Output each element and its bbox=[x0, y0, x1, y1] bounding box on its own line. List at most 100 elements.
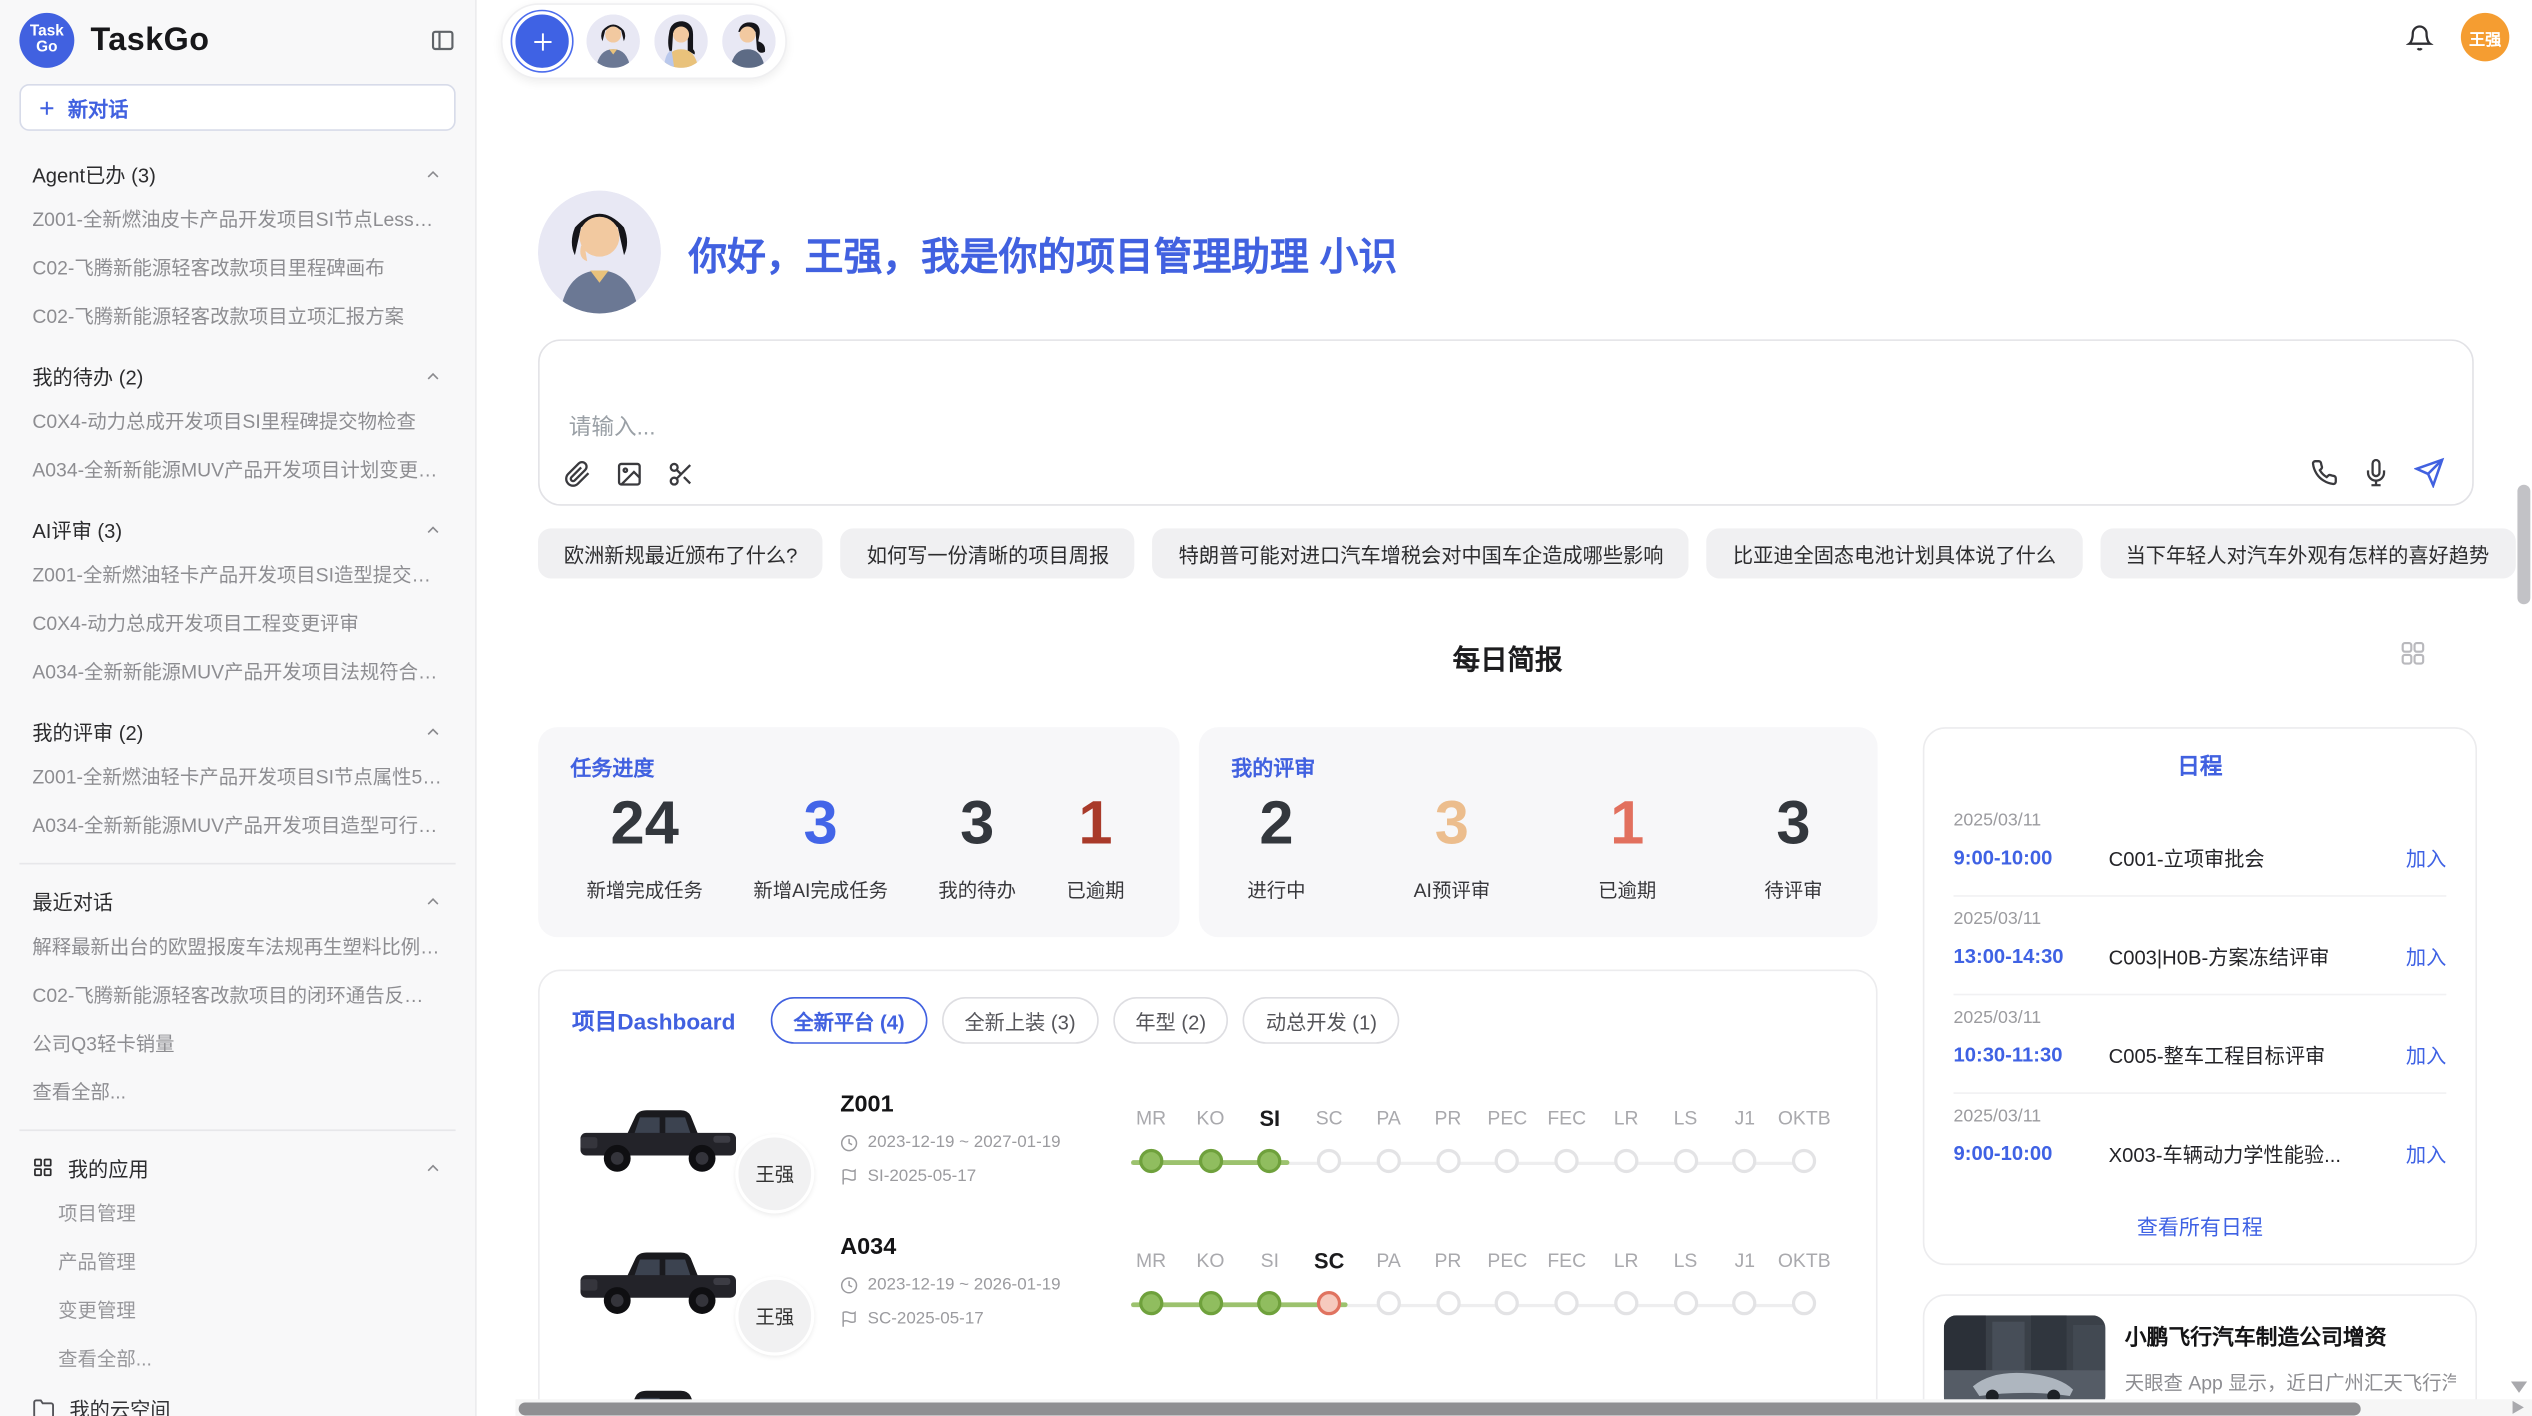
left-column: 任务进度 24 新增完成任务 3 新增AI完成任务 3 我的待办 bbox=[538, 727, 1877, 1416]
add-agent-button[interactable] bbox=[512, 11, 572, 71]
milestone-dot bbox=[1614, 1290, 1638, 1314]
schedule-join-link[interactable]: 加入 bbox=[2406, 1138, 2446, 1169]
section-header-my-todo[interactable]: 我的待办 (2) bbox=[19, 339, 455, 396]
schedule-item: 2025/03/11 10:30-11:30 C005-整车工程目标评审 加入 bbox=[1954, 995, 2447, 1094]
folder-icon bbox=[32, 1397, 55, 1416]
milestone-label: PR bbox=[1434, 1106, 1461, 1143]
apps-grid-icon bbox=[32, 1157, 53, 1178]
section-header-my-apps[interactable]: 我的应用 bbox=[19, 1131, 455, 1188]
schedule-name: C005-整车工程目标评审 bbox=[2109, 1039, 2406, 1070]
suggestion-chip[interactable]: 欧洲新规最近颁布了什么? bbox=[538, 528, 823, 578]
news-card[interactable]: 小鹏飞行汽车制造公司增资 天眼查 App 显示，近日广州汇天飞行汽... bbox=[1923, 1294, 2477, 1416]
stat-value: 3 bbox=[1435, 792, 1469, 860]
suggestion-chip[interactable]: 如何写一份清晰的项目周报 bbox=[841, 528, 1135, 578]
sidebar-task-item[interactable]: A034-全新新能源MUV产品开发项目计划变更表编写 bbox=[19, 444, 455, 492]
sidebar-item-cloud-space[interactable]: 我的云空间 bbox=[19, 1382, 455, 1416]
stat: 1 已逾期 bbox=[1066, 792, 1124, 903]
project-row[interactable]: 王强 A034 2023-12-19 ~ 2026-01-19 SC-2025-… bbox=[572, 1234, 1844, 1328]
plus-icon bbox=[529, 28, 555, 54]
layout-grid-icon[interactable] bbox=[2399, 640, 2425, 666]
sidebar-app-item[interactable]: 项目管理 bbox=[19, 1188, 455, 1236]
chat-input[interactable]: 请输入... bbox=[538, 339, 2474, 505]
task-progress-title: 任务进度 bbox=[570, 751, 1140, 782]
section-header-my-review[interactable]: 我的评审 (2) bbox=[19, 695, 455, 752]
stat-label: 新增AI完成任务 bbox=[753, 875, 888, 902]
project-row[interactable]: 王强 Z001 2023-12-19 ~ 2027-01-19 SI-2025-… bbox=[572, 1092, 1844, 1186]
project-name: Z001 bbox=[840, 1092, 1111, 1118]
recent-chat-item[interactable]: 解释最新出台的欧盟报废车法规再生塑料比例被调至15%... bbox=[19, 921, 455, 969]
project-media: 王强 bbox=[572, 1095, 779, 1184]
horizontal-scrollbar-thumb[interactable] bbox=[519, 1402, 2361, 1415]
schedule-join-link[interactable]: 加入 bbox=[2406, 1039, 2446, 1070]
sidebar-task-item[interactable]: Z001-全新燃油皮卡产品开发项目SI节点Lesson Learn报告 bbox=[19, 194, 455, 242]
agent-avatar-2[interactable] bbox=[654, 15, 707, 68]
logo-line2: Go bbox=[36, 40, 57, 56]
attachment-icon[interactable] bbox=[564, 461, 591, 488]
suggestion-chip[interactable]: 比亚迪全固态电池计划具体说了什么 bbox=[1707, 528, 2082, 578]
recent-view-all[interactable]: 查看全部... bbox=[19, 1066, 455, 1114]
suggestion-chip[interactable]: 当下年轻人对汽车外观有怎样的喜好趋势 bbox=[2100, 528, 2515, 578]
filter-chip[interactable]: 年型 (2) bbox=[1113, 997, 1229, 1044]
section-header-agent-done[interactable]: Agent已办 (3) bbox=[19, 137, 455, 194]
scissors-icon[interactable] bbox=[667, 461, 694, 488]
section-header-recent-chats[interactable]: 最近对话 bbox=[19, 864, 455, 921]
chevron-up-icon bbox=[423, 519, 442, 538]
recent-chat-item[interactable]: C02-飞腾新能源轻客改款项目的闭环通告反馈情况 bbox=[19, 969, 455, 1017]
stat: 3 AI预评审 bbox=[1414, 792, 1490, 903]
clock-icon bbox=[840, 1276, 858, 1294]
microphone-icon[interactable] bbox=[2362, 459, 2389, 486]
main-area: 王强 你好，王强，我是你的项目管理助理 小识 请输入... 欧洲新规最近颁布了 bbox=[478, 0, 2532, 1416]
filter-chip[interactable]: 动总开发 (1) bbox=[1243, 997, 1399, 1044]
new-chat-button[interactable]: 新对话 bbox=[19, 84, 455, 131]
stat: 3 待评审 bbox=[1764, 792, 1822, 903]
milestone-dot bbox=[1258, 1148, 1282, 1172]
user-avatar[interactable]: 王强 bbox=[2461, 13, 2509, 61]
scroll-right-arrow-icon[interactable] bbox=[2513, 1401, 2524, 1414]
sidebar-task-item[interactable]: Z001-全新燃油轻卡产品开发项目SI节点属性5D文件评审 bbox=[19, 751, 455, 799]
apps-view-all[interactable]: 查看全部... bbox=[19, 1333, 455, 1381]
vertical-scrollbar-thumb[interactable] bbox=[2517, 485, 2530, 605]
greeting: 你好，王强，我是你的项目管理助理 小识 bbox=[538, 191, 1397, 314]
milestone-label: KO bbox=[1196, 1248, 1224, 1285]
suggestion-chip[interactable]: 特朗普可能对进口汽车增税会对中国车企造成哪些影响 bbox=[1153, 528, 1689, 578]
section-title: 我的评审 (2) bbox=[32, 716, 143, 747]
sidebar-task-item[interactable]: Z001-全新燃油轻卡产品开发项目SI造型提交物评审 bbox=[19, 549, 455, 597]
recent-chat-item[interactable]: 公司Q3轻卡销量 bbox=[19, 1018, 455, 1066]
notification-bell-icon[interactable] bbox=[2406, 23, 2433, 50]
send-icon[interactable] bbox=[2414, 457, 2445, 488]
filter-chip[interactable]: 全新平台 (4) bbox=[771, 997, 927, 1044]
agent-avatar-3[interactable] bbox=[722, 15, 775, 68]
milestone-label: MR bbox=[1136, 1106, 1166, 1143]
milestone-dot bbox=[1555, 1148, 1579, 1172]
schedule-name: C003|H0B-方案冻结评审 bbox=[2109, 940, 2406, 971]
sidebar-toggle-icon[interactable] bbox=[430, 27, 456, 53]
sidebar-task-item[interactable]: C02-飞腾新能源轻客改款项目里程碑画布 bbox=[19, 242, 455, 290]
app-window: Task Go TaskGo 新对话 Agent已办 (3) Z001-全新燃油… bbox=[0, 0, 2532, 1416]
section-header-ai-review[interactable]: AI评审 (3) bbox=[19, 493, 455, 550]
filter-chip[interactable]: 全新上装 (3) bbox=[942, 997, 1098, 1044]
milestone-columns: MRKOSISCPAPRPECFECLRLSJ1OKTB bbox=[1121, 1248, 1834, 1314]
milestone-label: LS bbox=[1674, 1248, 1698, 1285]
image-icon[interactable] bbox=[616, 461, 643, 488]
scroll-down-arrow-icon[interactable] bbox=[2511, 1382, 2527, 1393]
milestone-dot bbox=[1198, 1290, 1222, 1314]
phone-icon[interactable] bbox=[2311, 459, 2338, 486]
view-all-schedule-link[interactable]: 查看所有日程 bbox=[1954, 1210, 2447, 1241]
milestone-dot bbox=[1673, 1290, 1697, 1314]
sidebar-app-item[interactable]: 变更管理 bbox=[19, 1285, 455, 1333]
sidebar-task-item[interactable]: C0X4-动力总成开发项目工程变更评审 bbox=[19, 598, 455, 646]
schedule-join-link[interactable]: 加入 bbox=[2406, 842, 2446, 873]
milestone-dot bbox=[1376, 1290, 1400, 1314]
agent-avatar-1[interactable] bbox=[587, 15, 640, 68]
sidebar-app-item[interactable]: 产品管理 bbox=[19, 1236, 455, 1284]
sidebar-task-item[interactable]: A034-全新新能源MUV产品开发项目造型可行性评审 bbox=[19, 800, 455, 848]
sidebar-task-item[interactable]: A034-全新新能源MUV产品开发项目法规符合性评审 bbox=[19, 646, 455, 694]
sidebar-task-item[interactable]: C0X4-动力总成开发项目SI里程碑提交物检查 bbox=[19, 396, 455, 444]
project-flag-row: SC-2025-05-17 bbox=[840, 1309, 1111, 1328]
project-dates: 2023-12-19 ~ 2026-01-19 bbox=[840, 1275, 1111, 1294]
sidebar-task-item[interactable]: C02-飞腾新能源轻客改款项目立项汇报方案 bbox=[19, 291, 455, 339]
stat-value: 1 bbox=[1078, 792, 1112, 860]
schedule-join-link[interactable]: 加入 bbox=[2406, 940, 2446, 971]
horizontal-scrollbar[interactable] bbox=[515, 1399, 2532, 1416]
flag-icon bbox=[840, 1310, 858, 1328]
